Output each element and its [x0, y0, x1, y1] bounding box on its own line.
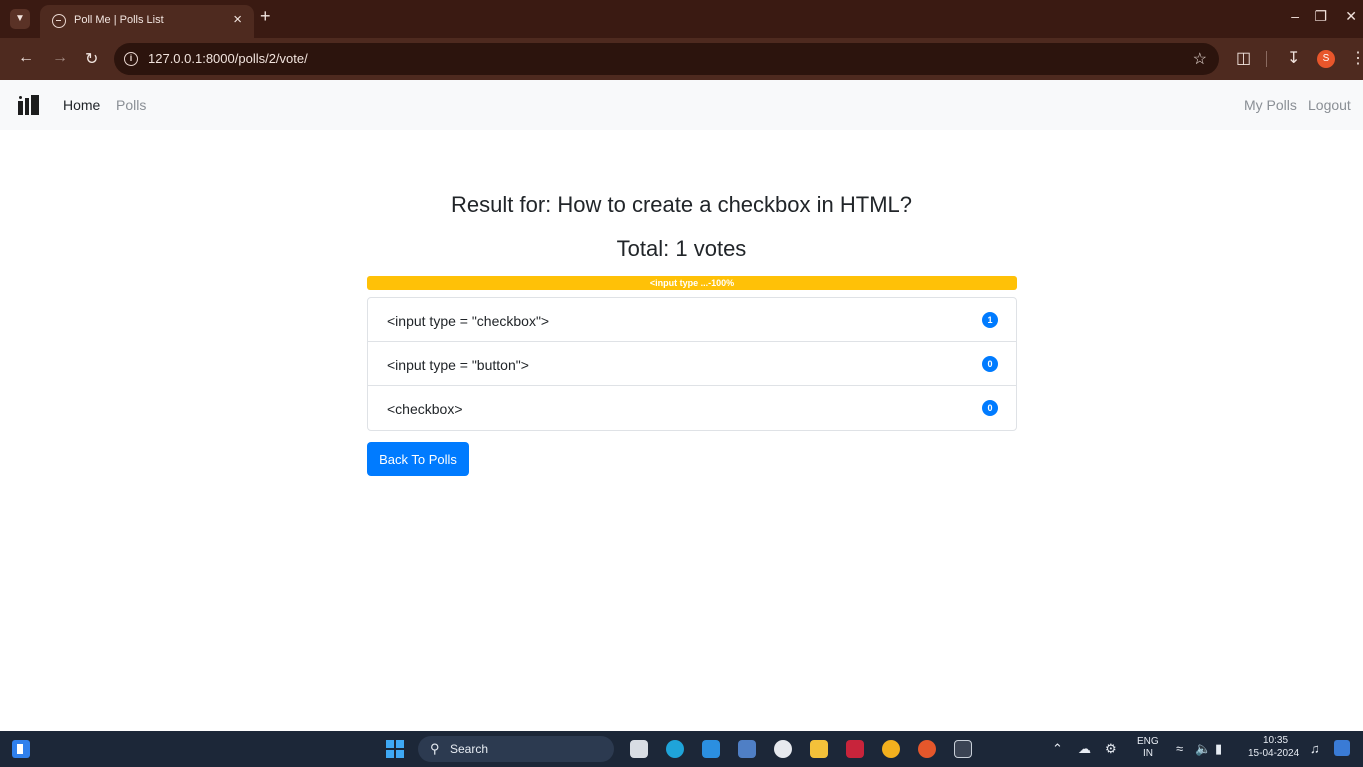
mcafee-icon[interactable]	[846, 740, 864, 758]
edge-browser-icon[interactable]	[666, 740, 684, 758]
task-view-icon[interactable]	[630, 740, 648, 758]
os-taskbar: ⚲ Search ⌃ ☁ ⚙ ENG IN ≈ 🔈 ▮ 10:35 15-04-…	[0, 731, 1363, 767]
language-region[interactable]: IN	[1143, 748, 1153, 759]
site-info-icon[interactable]: i	[124, 52, 138, 66]
nav-polls-link[interactable]: Polls	[116, 97, 146, 113]
results-progress-bar: <input type ...-100%	[367, 276, 1017, 290]
address-bar[interactable]: i 127.0.0.1:8000/polls/2/vote/ ☆	[114, 43, 1219, 75]
widgets-icon[interactable]	[1334, 740, 1350, 756]
extensions-icon[interactable]: ◫	[1236, 48, 1251, 68]
clock-date[interactable]: 15-04-2024	[1248, 748, 1299, 759]
terminal-icon[interactable]	[954, 740, 972, 758]
clock-time[interactable]: 10:35	[1263, 735, 1288, 746]
choice-text: <checkbox>	[387, 401, 463, 417]
dell-icon[interactable]	[774, 740, 792, 758]
close-window-icon[interactable]: ✕	[1345, 8, 1357, 25]
vote-count-badge: 0	[982, 400, 998, 416]
chrome-icon[interactable]	[882, 740, 900, 758]
volume-muted-icon[interactable]: 🔈	[1195, 741, 1211, 757]
search-icon: ⚲	[430, 741, 440, 756]
onedrive-icon[interactable]: ☁	[1078, 741, 1091, 757]
language-code[interactable]: ENG	[1137, 736, 1159, 747]
browser-tab[interactable]: Poll Me | Polls List ×	[40, 5, 254, 38]
back-arrow-icon[interactable]: ←	[18, 49, 34, 67]
choice-item: <input type = "checkbox"> 1	[368, 298, 1016, 342]
nav-home-link[interactable]: Home	[63, 97, 100, 113]
back-to-polls-button[interactable]: Back To Polls	[367, 442, 469, 476]
restore-icon[interactable]: ❐	[1314, 8, 1327, 25]
taskbar-search-label: Search	[450, 742, 489, 756]
store-icon[interactable]	[738, 740, 756, 758]
battery-icon[interactable]: ▮	[1215, 741, 1222, 757]
choices-list: <input type = "checkbox"> 1 <input type …	[367, 297, 1017, 431]
taskbar-search-box[interactable]: ⚲ Search	[418, 736, 614, 762]
forward-arrow-icon[interactable]: →	[52, 49, 68, 67]
nav-my-polls-link[interactable]: My Polls	[1244, 97, 1297, 113]
show-hidden-icons-icon[interactable]: ⌃	[1052, 741, 1063, 757]
bookmark-star-icon[interactable]: ☆	[1193, 49, 1207, 69]
progress-fill-segment: <input type ...-100%	[367, 276, 1017, 290]
new-tab-icon[interactable]: +	[260, 6, 271, 27]
tab-search-menu-icon[interactable]: ▼	[10, 9, 30, 29]
close-tab-icon[interactable]: ×	[233, 11, 242, 28]
choice-item: <input type = "button"> 0	[368, 342, 1016, 386]
wifi-icon[interactable]: ≈	[1176, 741, 1183, 756]
tab-title: Poll Me | Polls List	[74, 14, 164, 26]
site-navbar: Home Polls My Polls Logout	[0, 80, 1363, 130]
vote-count-badge: 0	[982, 356, 998, 372]
app-tray-icon[interactable]: ⚙	[1105, 741, 1117, 757]
url-text[interactable]: 127.0.0.1:8000/polls/2/vote/	[148, 51, 308, 66]
brand-logo-icon[interactable]	[18, 95, 40, 115]
result-title: Result for: How to create a checkbox in …	[451, 192, 912, 217]
vscode-icon[interactable]	[702, 740, 720, 758]
nav-logout-link[interactable]: Logout	[1308, 97, 1351, 113]
download-icon[interactable]: ↧	[1287, 48, 1300, 68]
notification-bell-icon[interactable]: ♫	[1310, 741, 1320, 756]
choice-item: <checkbox> 0	[368, 386, 1016, 430]
choice-text: <input type = "checkbox">	[387, 313, 550, 329]
minimize-icon[interactable]: –	[1291, 8, 1299, 24]
chrome-profile-icon[interactable]	[918, 740, 936, 758]
profile-avatar[interactable]: S	[1317, 50, 1335, 68]
file-explorer-icon[interactable]	[810, 740, 828, 758]
browser-tab-strip: ▼ Poll Me | Polls List × + – ❐ ✕	[0, 0, 1363, 38]
browser-menu-icon[interactable]: ⋮	[1350, 48, 1363, 68]
total-votes: Total: 1 votes	[616, 236, 747, 261]
toolbar-divider	[1266, 51, 1267, 67]
choice-text: <input type = "button">	[387, 357, 529, 373]
globe-icon	[52, 14, 66, 28]
browser-toolbar: ← → ↻ i 127.0.0.1:8000/polls/2/vote/ ☆ ◫…	[0, 38, 1363, 80]
vote-count-badge: 1	[982, 312, 998, 328]
reload-icon[interactable]: ↻	[85, 49, 98, 69]
windows-start-icon[interactable]	[386, 740, 404, 758]
pinned-app-icon[interactable]	[12, 740, 30, 758]
